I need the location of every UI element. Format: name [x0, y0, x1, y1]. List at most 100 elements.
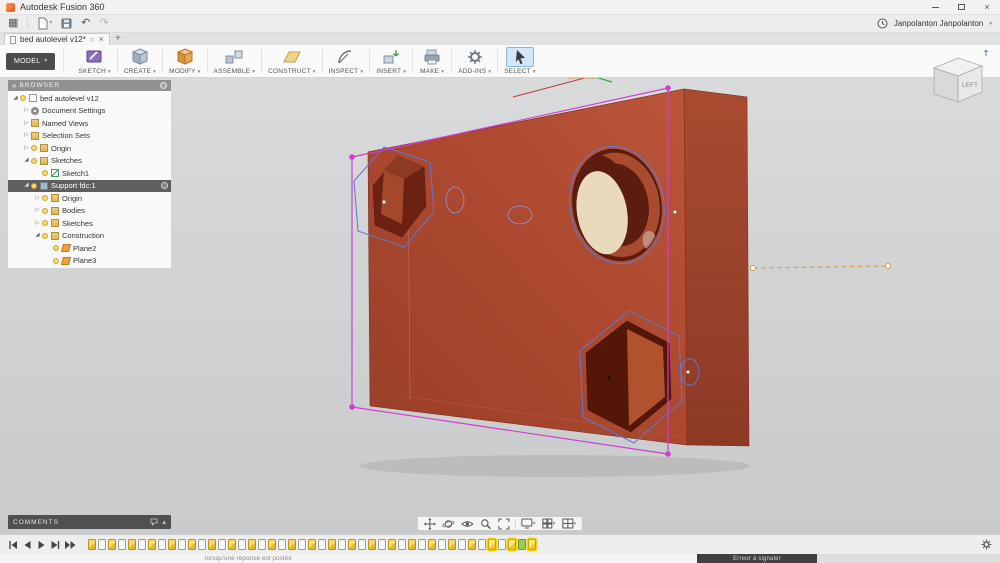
timeline-feature-icon[interactable]	[508, 539, 516, 550]
ribbon-group-construct[interactable]: CONSTRUCT ▾	[262, 45, 322, 77]
inspect-icon[interactable]	[333, 47, 359, 67]
timeline-feature-icon[interactable]	[448, 539, 456, 550]
browser-item-named-views[interactable]: ▷ Named Views	[8, 117, 171, 130]
expand-arrow[interactable]: ▷	[33, 220, 42, 227]
chevron-down-icon[interactable]: ▾	[989, 21, 992, 27]
browser-item-sketch1[interactable]: Sketch1	[8, 167, 171, 180]
timeline-feature-icon[interactable]	[98, 539, 106, 550]
browser-item-plane3[interactable]: Plane3	[8, 255, 171, 268]
activate-component-radio[interactable]	[161, 182, 168, 190]
timeline-feature-icon[interactable]	[418, 539, 426, 550]
ribbon-group-make[interactable]: MAKE ▾	[413, 45, 451, 77]
timeline-feature-icon[interactable]	[528, 539, 536, 550]
visibility-bulb-icon[interactable]	[53, 257, 59, 264]
solid-body[interactable]	[367, 88, 750, 447]
tab-close-icon[interactable]: ×	[99, 35, 104, 44]
viewport-layout-button[interactable]: ▾	[558, 517, 579, 530]
browser-item-origin[interactable]: ▷ Origin	[8, 142, 171, 155]
maximize-button[interactable]	[948, 0, 974, 14]
expand-arrow[interactable]: ▷	[22, 145, 31, 152]
fit-button[interactable]	[495, 517, 513, 530]
go-to-end-button[interactable]	[64, 540, 76, 550]
visibility-bulb-icon[interactable]	[42, 207, 48, 214]
visibility-bulb-icon[interactable]	[42, 220, 48, 227]
expand-arrow[interactable]: ◢	[33, 232, 42, 239]
browser-item-sketches[interactable]: ◢ Sketches	[8, 155, 171, 168]
timeline-feature-icon[interactable]	[198, 539, 206, 550]
ribbon-group-addins[interactable]: ADD-INS ▾	[452, 45, 497, 77]
play-button[interactable]	[36, 540, 46, 550]
timeline-feature-icon[interactable]	[388, 539, 396, 550]
visibility-bulb-icon[interactable]	[20, 95, 26, 102]
ribbon-group-insert[interactable]: INSERT ▾	[370, 45, 412, 77]
expand-arrow[interactable]: ▷	[22, 132, 31, 139]
insert-icon[interactable]	[378, 47, 404, 67]
redo-button[interactable]: ↷	[99, 18, 108, 29]
pan-button[interactable]	[421, 517, 439, 530]
view-cube-face-label[interactable]: LEFT	[962, 82, 978, 89]
workspace-switcher[interactable]: MODEL ▾	[6, 52, 56, 70]
expand-arrow[interactable]: ▷	[33, 195, 42, 202]
timeline-feature-icon[interactable]	[308, 539, 316, 550]
save-button[interactable]	[61, 18, 72, 29]
browser-item-document-settings[interactable]: ▷ Document Settings	[8, 105, 171, 118]
grid-settings-button[interactable]: ▾	[539, 517, 559, 530]
timeline-feature-icon[interactable]	[478, 539, 486, 550]
timeline-feature-icon[interactable]	[178, 539, 186, 550]
document-tab[interactable]: bed autolevel v12* ○ ×	[4, 33, 110, 45]
timeline-feature-icon[interactable]	[188, 539, 196, 550]
ribbon-group-sketch[interactable]: SKETCH ▾	[72, 45, 117, 77]
app-menu-button[interactable]: ▦	[8, 18, 18, 29]
browser-item-sketches[interactable]: ▷ Sketches	[8, 217, 171, 230]
collapse-panel-icon[interactable]: «	[12, 81, 16, 90]
new-tab-button[interactable]: +	[110, 33, 126, 45]
timeline-feature-icon[interactable]	[168, 539, 176, 550]
visibility-bulb-icon[interactable]	[42, 195, 48, 202]
timeline-feature-icon[interactable]	[158, 539, 166, 550]
zoom-button[interactable]	[477, 517, 495, 530]
expand-arrow[interactable]: ▷	[33, 207, 42, 214]
browser-item-origin[interactable]: ▷ Origin	[8, 192, 171, 205]
visibility-bulb-icon[interactable]	[31, 157, 37, 164]
sketch-icon[interactable]	[82, 47, 108, 67]
orbit-button[interactable]	[439, 517, 458, 530]
expand-arrow[interactable]: ▷	[22, 107, 31, 114]
timeline-feature-icon[interactable]	[358, 539, 366, 550]
timeline-feature-icon[interactable]	[318, 539, 326, 550]
timeline-feature-icon[interactable]	[288, 539, 296, 550]
timeline-feature-icon[interactable]	[458, 539, 466, 550]
browser-item-bodies[interactable]: ▷ Bodies	[8, 205, 171, 218]
visibility-bulb-icon[interactable]	[31, 145, 37, 152]
construct-icon[interactable]	[279, 47, 305, 67]
modify-icon[interactable]	[172, 47, 198, 67]
timeline-feature-icon[interactable]	[468, 539, 476, 550]
visibility-bulb-icon[interactable]	[31, 182, 37, 189]
timeline-feature-icon[interactable]	[128, 539, 136, 550]
browser-header[interactable]: « BROWSER	[8, 80, 171, 91]
timeline-feature-icon[interactable]	[428, 539, 436, 550]
timeline-options-button[interactable]	[981, 539, 992, 550]
timeline-feature-icon[interactable]	[248, 539, 256, 550]
browser-item-plane2[interactable]: Plane2	[8, 242, 171, 255]
timeline-feature-icon[interactable]	[348, 539, 356, 550]
timeline-feature-icon[interactable]	[218, 539, 226, 550]
timeline-feature-icon[interactable]	[88, 539, 96, 550]
undo-button[interactable]: ↶	[81, 18, 90, 29]
select-icon[interactable]	[506, 47, 534, 67]
minimize-button[interactable]	[922, 0, 948, 14]
timeline-feature-icon[interactable]	[238, 539, 246, 550]
timeline-feature-icon[interactable]	[208, 539, 216, 550]
make-icon[interactable]	[419, 47, 445, 67]
go-to-start-button[interactable]	[8, 540, 18, 550]
timeline-feature-icon[interactable]	[378, 539, 386, 550]
clock-icon[interactable]	[877, 18, 888, 29]
construction-line[interactable]	[750, 263, 891, 271]
expand-arrow[interactable]: ▷	[22, 120, 31, 127]
origin-triad[interactable]	[538, 78, 613, 83]
timeline-feature-icon[interactable]	[438, 539, 446, 550]
timeline-feature-icon[interactable]	[408, 539, 416, 550]
timeline-feature-icon[interactable]	[148, 539, 156, 550]
timeline-feature-icon[interactable]	[268, 539, 276, 550]
visibility-bulb-icon[interactable]	[42, 170, 48, 177]
expand-arrow[interactable]: ◢	[11, 95, 20, 102]
